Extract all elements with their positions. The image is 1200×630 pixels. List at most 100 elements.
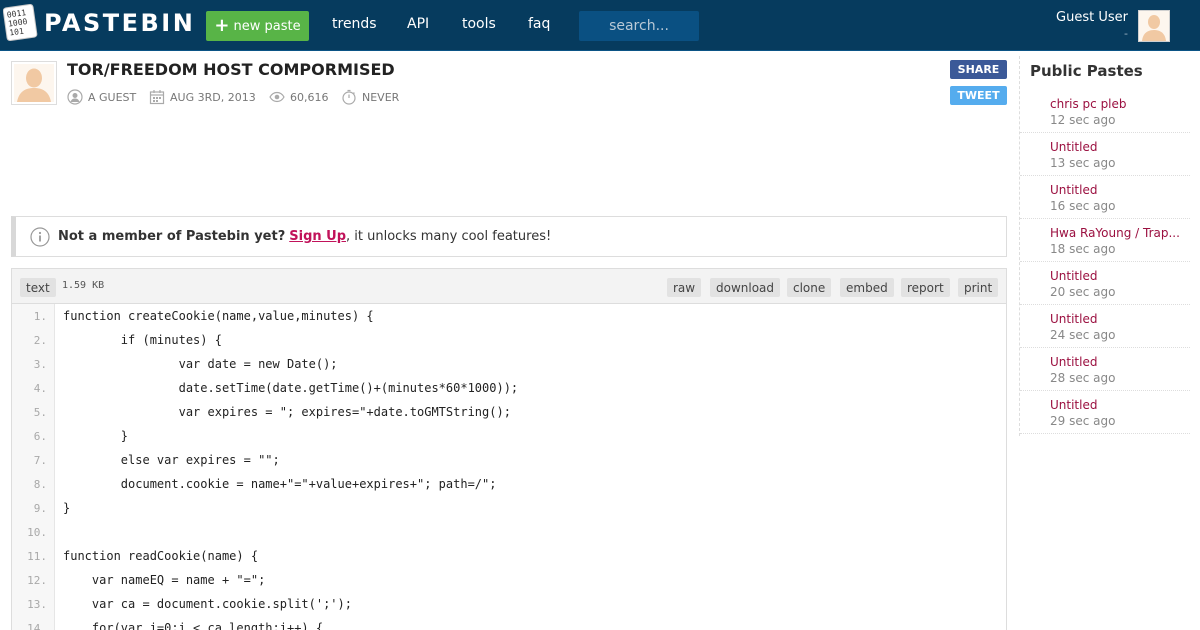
public-paste-item[interactable]: chris pc pleb 12 sec ago <box>1020 90 1190 133</box>
public-paste-time: 24 sec ago <box>1050 328 1116 342</box>
eye-icon <box>269 91 285 103</box>
nav-tools[interactable]: tools <box>462 16 496 32</box>
public-paste-item[interactable]: Untitled 20 sec ago <box>1020 262 1190 305</box>
code-line: 2. if (minutes) { <box>12 329 1006 353</box>
facebook-share-button[interactable]: SHARE <box>950 60 1007 79</box>
nav-api[interactable]: API <box>407 16 429 32</box>
report-button[interactable]: report <box>901 278 950 297</box>
public-paste-time: 16 sec ago <box>1050 199 1116 213</box>
code-text: } <box>63 501 71 515</box>
meta-views: 60,616 <box>269 89 329 105</box>
code-text: } <box>63 429 129 443</box>
print-button[interactable]: print <box>958 278 999 297</box>
public-paste-time: 12 sec ago <box>1050 113 1116 127</box>
paste-author[interactable]: A GUEST <box>88 91 136 104</box>
code-text: var ca = document.cookie.split(';'); <box>63 597 352 611</box>
line-number: 5. <box>33 406 47 419</box>
code-text: for(var i=0;i < ca.length;i++) { <box>63 621 324 630</box>
public-paste-item[interactable]: Untitled 13 sec ago <box>1020 133 1190 176</box>
code-line: 3. var date = new Date(); <box>12 353 1006 377</box>
plus-icon: + <box>214 15 230 36</box>
public-paste-title[interactable]: chris pc pleb <box>1050 97 1184 111</box>
user-sub: - <box>1124 27 1128 40</box>
public-paste-title[interactable]: Untitled <box>1050 140 1184 154</box>
public-paste-item[interactable]: Untitled 28 sec ago <box>1020 348 1190 391</box>
paste-expires: NEVER <box>362 90 400 104</box>
code-toolbar: text 1.59 KB raw download clone embed re… <box>12 269 1006 304</box>
code-line: 1. function createCookie(name,value,minut… <box>12 305 1006 329</box>
public-paste-title[interactable]: Untitled <box>1050 398 1184 412</box>
line-number: 1. <box>33 310 47 323</box>
public-paste-time: 20 sec ago <box>1050 285 1116 299</box>
public-paste-item[interactable]: Hwa RaYoung / Trap... 18 sec ago <box>1020 219 1190 262</box>
nav-faq[interactable]: faq <box>528 16 550 32</box>
search-input[interactable] <box>579 11 699 41</box>
public-paste-time: 28 sec ago <box>1050 371 1116 385</box>
line-number: 13. <box>27 598 47 611</box>
line-number: 10. <box>27 526 47 539</box>
info-icon <box>30 226 50 247</box>
meta-expires: NEVER <box>341 89 399 105</box>
code-text: if (minutes) { <box>63 333 222 347</box>
public-paste-title[interactable]: Untitled <box>1050 269 1184 283</box>
signup-link[interactable]: Sign Up <box>289 229 346 244</box>
code-line: 13. var ca = document.cookie.split(';'); <box>12 593 1006 617</box>
meta-date: AUG 3RD, 2013 <box>149 89 256 105</box>
line-number: 12. <box>27 574 47 587</box>
code-line: 9.} <box>12 497 1006 521</box>
calendar-icon <box>149 90 165 105</box>
top-header: 0011 1000 101 PASTEBIN + new paste trend… <box>0 0 1200 51</box>
line-number: 6. <box>33 430 47 443</box>
user-icon <box>67 89 83 105</box>
public-paste-title[interactable]: Untitled <box>1050 355 1184 369</box>
public-paste-item[interactable]: Untitled 29 sec ago <box>1020 391 1190 434</box>
code-text: else var expires = ""; <box>63 453 280 467</box>
code-line: 11. function readCookie(name) { <box>12 545 1006 569</box>
logo-text[interactable]: PASTEBIN <box>44 9 195 37</box>
nav-trends[interactable]: trends <box>332 16 377 32</box>
meta-author: A GUEST <box>67 89 136 105</box>
user-name[interactable]: Guest User <box>1056 10 1128 25</box>
line-number: 2. <box>33 334 47 347</box>
line-number: 11. <box>27 550 47 563</box>
new-paste-label: new paste <box>233 18 301 34</box>
code-text: function readCookie(name) { <box>63 549 259 563</box>
pastebin-logo-icon[interactable]: 0011 1000 101 <box>3 4 39 42</box>
public-paste-time: 29 sec ago <box>1050 414 1116 428</box>
line-number: 3. <box>33 358 47 371</box>
public-paste-title[interactable]: Untitled <box>1050 183 1184 197</box>
tweet-button[interactable]: TWEET <box>950 86 1007 105</box>
code-text: date.setTime(date.getTime()+(minutes*60*… <box>63 381 519 395</box>
paste-author-avatar <box>11 61 57 105</box>
code-text: function createCookie(name,value,minutes… <box>63 309 374 323</box>
download-button[interactable]: download <box>710 278 781 297</box>
public-paste-item[interactable]: Untitled 24 sec ago <box>1020 305 1190 348</box>
public-paste-title[interactable]: Untitled <box>1050 312 1184 326</box>
user-avatar[interactable] <box>1138 10 1170 42</box>
code-text: var nameEQ = name + "="; <box>63 573 266 587</box>
avatar-silhouette-icon <box>1139 11 1169 41</box>
code-line: 7. else var expires = ""; <box>12 449 1006 473</box>
notice-lead: Not a member of Pastebin yet? <box>58 229 286 244</box>
code-text: var date = new Date(); <box>63 357 338 371</box>
paste-views: 60,616 <box>290 90 329 104</box>
public-paste-item[interactable]: Untitled 16 sec ago <box>1020 176 1190 219</box>
embed-button[interactable]: embed <box>840 278 894 297</box>
code-line: 12. var nameEQ = name + "="; <box>12 569 1006 593</box>
syntax-tag[interactable]: text <box>20 278 56 297</box>
notice-rest: , it unlocks many cool features! <box>346 229 552 244</box>
line-number: 7. <box>33 454 47 467</box>
raw-button[interactable]: raw <box>667 278 702 297</box>
clone-button[interactable]: clone <box>787 278 832 297</box>
code-text: var expires = "; expires="+date.toGMTStr… <box>63 405 511 419</box>
paste-size: 1.59 KB <box>62 280 105 291</box>
code-line: 10. <box>12 521 1006 545</box>
code-text: document.cookie = name+"="+value+expires… <box>63 477 497 491</box>
code-line: 6. } <box>12 425 1006 449</box>
new-paste-button[interactable]: + new paste <box>206 11 309 41</box>
sidebar-title: Public Pastes <box>1030 62 1143 80</box>
public-paste-title[interactable]: Hwa RaYoung / Trap... <box>1050 226 1184 240</box>
code-line: 14. for(var i=0;i < ca.length;i++) { <box>12 617 1006 630</box>
paste-title: TOR/FREEDOM HOST COMPORMISED <box>67 60 395 79</box>
signup-notice: Not a member of Pastebin yet? Sign Up , … <box>11 216 1007 257</box>
